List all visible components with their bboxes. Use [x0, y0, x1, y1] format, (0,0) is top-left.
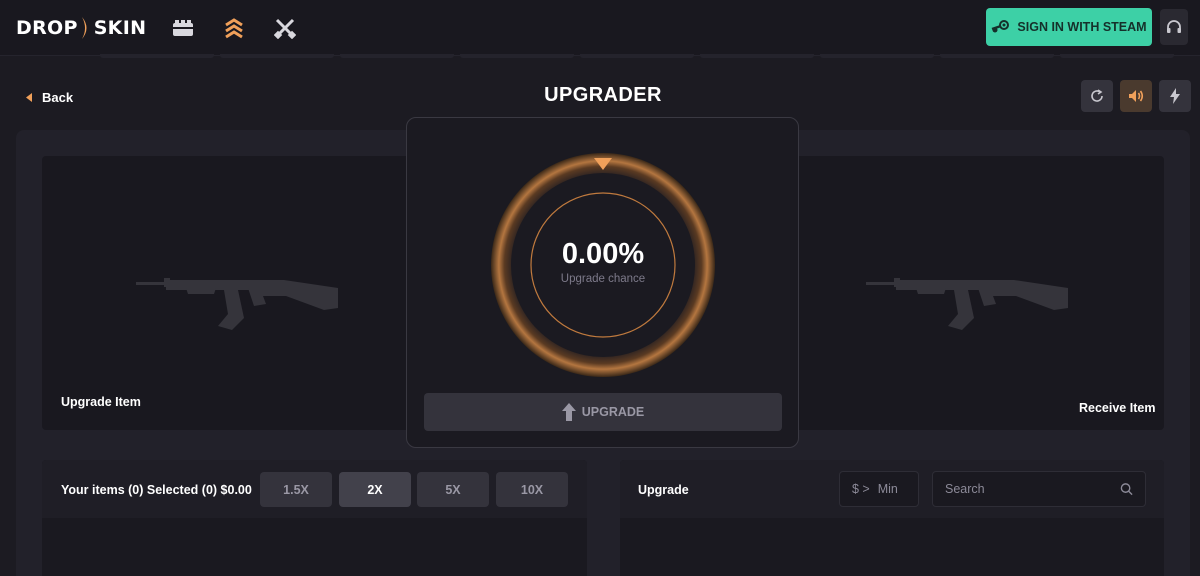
your-items-summary: Your items (0) Selected (0) $0.00 — [61, 483, 252, 497]
upgrade-item-label: Upgrade Item — [61, 395, 141, 409]
dropskin-logo[interactable]: DROP SKIN — [16, 14, 146, 42]
refresh-icon — [1091, 89, 1103, 102]
support-headset-button[interactable] — [1160, 9, 1188, 45]
back-link[interactable]: Back — [26, 88, 73, 106]
multiplier-5x-button[interactable]: 5X — [417, 472, 489, 507]
multiplier-1-5x-button[interactable]: 1.5X — [260, 472, 332, 507]
multiplier-10x-button[interactable]: 10X — [496, 472, 568, 507]
refresh-button[interactable] — [1081, 80, 1113, 112]
upgrade-chance-label: Upgrade chance — [560, 273, 646, 285]
sound-icon — [1129, 90, 1144, 102]
search-field[interactable] — [932, 471, 1146, 507]
back-label: Back — [42, 89, 74, 105]
logo-text-skin: SKIN — [93, 17, 147, 39]
rifle-placeholder-icon — [866, 278, 1068, 330]
receive-item-slot[interactable] — [794, 156, 1164, 430]
upgrade-item-slot[interactable] — [42, 156, 412, 430]
upgrade-button-label: UPGRADE — [581, 405, 645, 419]
lightning-icon — [1170, 88, 1180, 104]
min-price-field[interactable]: $ > — [839, 471, 919, 507]
min-price-input[interactable] — [877, 482, 906, 496]
price-prefix: $ > — [852, 482, 870, 496]
page-title: UPGRADER — [544, 84, 662, 106]
upgrade-button[interactable]: UPGRADE — [424, 393, 782, 431]
sign-in-steam-button[interactable]: SIGN IN WITH STEAM — [986, 8, 1152, 46]
caret-left-icon — [26, 92, 32, 102]
logo-crescent-icon — [81, 17, 87, 39]
sound-toggle-button[interactable] — [1120, 80, 1152, 112]
upgrade-chance-value: 0.00% — [561, 238, 645, 270]
fast-mode-button[interactable] — [1159, 80, 1191, 112]
headset-icon — [1167, 20, 1181, 33]
multiplier-label: 2X — [367, 482, 383, 497]
upgrader-icon[interactable] — [221, 15, 247, 41]
steam-icon — [992, 20, 1010, 33]
search-input[interactable] — [945, 482, 1120, 496]
rifle-placeholder-icon — [136, 278, 338, 330]
arrow-up-icon — [561, 403, 576, 421]
battle-icon[interactable] — [272, 15, 298, 41]
sign-in-label: SIGN IN WITH STEAM — [1017, 20, 1147, 34]
multiplier-label: 1.5X — [283, 482, 309, 497]
multiplier-2x-button[interactable]: 2X — [339, 472, 411, 507]
multiplier-label: 5X — [445, 482, 461, 497]
multiplier-label: 10X — [520, 482, 544, 497]
upgrade-targets-title: Upgrade — [638, 483, 689, 497]
logo-text-drop: DROP — [16, 17, 78, 39]
tab-strip — [0, 54, 1200, 60]
receive-item-label: Receive Item — [1079, 401, 1156, 415]
search-icon[interactable] — [1120, 482, 1133, 496]
cases-icon[interactable] — [170, 15, 196, 41]
